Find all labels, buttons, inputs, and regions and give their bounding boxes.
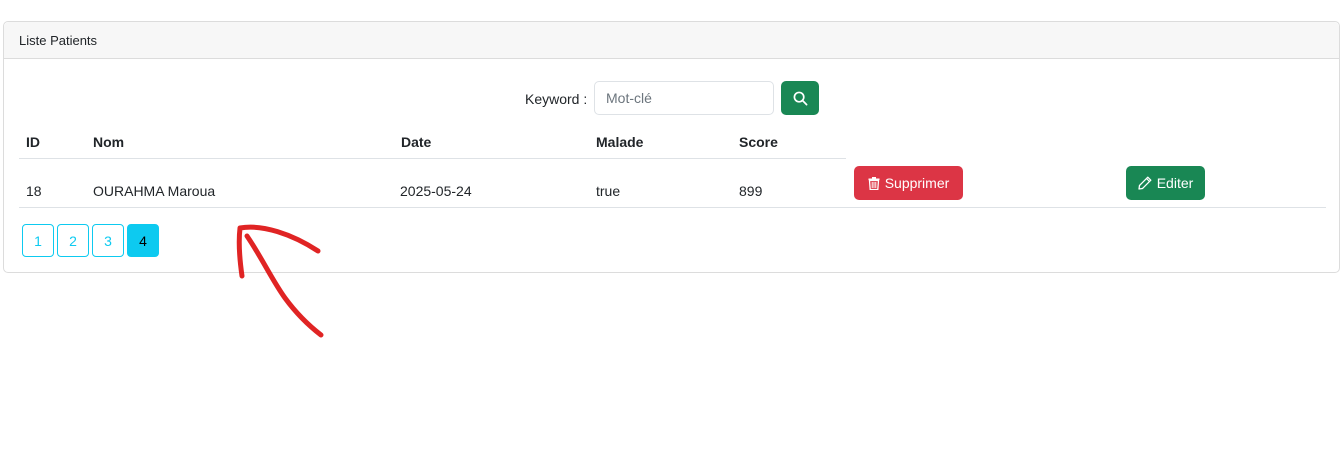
header-nom: Nom (93, 134, 125, 150)
pagination: 1 2 3 4 (22, 224, 159, 257)
pencil-icon (1138, 176, 1152, 190)
page-button-2[interactable]: 2 (57, 224, 89, 257)
page-button-3[interactable]: 3 (92, 224, 124, 257)
card-header: Liste Patients (4, 22, 1339, 59)
cell-date: 2025-05-24 (400, 183, 472, 199)
search-form: Keyword : (4, 81, 1339, 117)
page-button-4-current[interactable]: 4 (127, 224, 159, 257)
delete-label: Supprimer (884, 175, 950, 191)
row-divider (19, 207, 1326, 208)
keyword-label: Keyword : (525, 91, 588, 107)
cell-score: 899 (739, 183, 763, 199)
edit-button[interactable]: Editer (1126, 166, 1205, 200)
header-divider (19, 158, 846, 159)
patients-card: Liste Patients Keyword : ID Nom Date Mal… (3, 21, 1340, 273)
cell-malade: true (596, 183, 621, 199)
header-date: Date (401, 134, 432, 150)
page-button-1[interactable]: 1 (22, 224, 54, 257)
delete-button[interactable]: Supprimer (854, 166, 963, 200)
header-id: ID (26, 134, 40, 150)
keyword-input[interactable] (594, 81, 774, 115)
header-score: Score (739, 134, 778, 150)
search-icon (793, 91, 807, 105)
cell-nom: OURAHMA Maroua (93, 183, 216, 199)
search-button[interactable] (781, 81, 819, 115)
trash-icon (868, 176, 880, 190)
cell-id: 18 (26, 183, 42, 199)
edit-label: Editer (1156, 175, 1194, 191)
header-malade: Malade (596, 134, 644, 150)
